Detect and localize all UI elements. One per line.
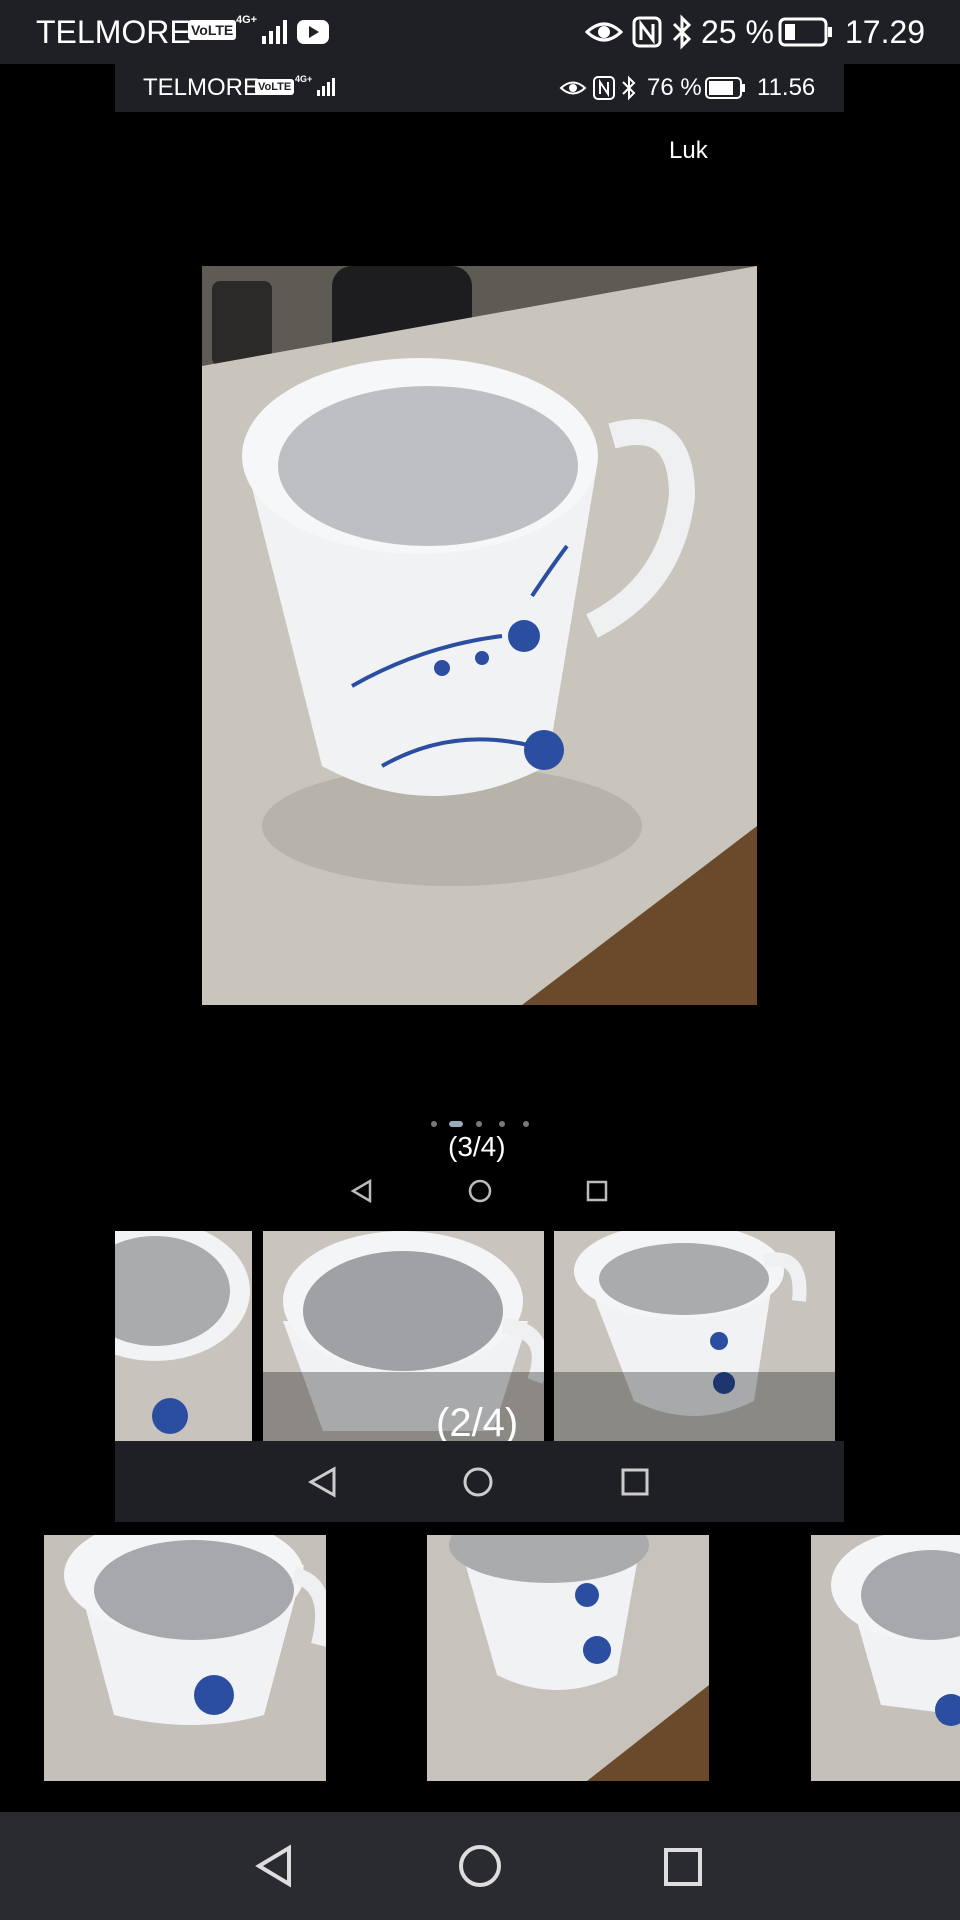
thumbnail[interactable] bbox=[427, 1535, 709, 1781]
thumbnail-image bbox=[115, 1231, 252, 1441]
inner-battery-percent: 76 % bbox=[647, 74, 702, 101]
signal-icon bbox=[262, 20, 287, 44]
thumbnail[interactable] bbox=[115, 1231, 252, 1441]
page-dot bbox=[476, 1121, 482, 1127]
thumbnail[interactable] bbox=[811, 1535, 960, 1781]
eye-comfort-icon bbox=[585, 22, 623, 42]
page-dot bbox=[523, 1121, 529, 1127]
thumbnail-image bbox=[427, 1535, 709, 1781]
youtube-icon bbox=[297, 20, 329, 44]
inner-recents-icon[interactable] bbox=[586, 1180, 608, 1202]
close-button[interactable]: Luk bbox=[669, 136, 708, 166]
page-dot-active bbox=[449, 1121, 463, 1127]
thumbnail-counter: (2/4) bbox=[436, 1401, 519, 1445]
main-photo[interactable] bbox=[202, 266, 757, 1005]
status-bar: TELMORE VoLTE 4G+ 25 % 17.29 bbox=[0, 0, 960, 64]
thumbnail-image bbox=[811, 1535, 960, 1781]
thumbnail-image bbox=[44, 1535, 326, 1781]
inner-nav-back-icon[interactable] bbox=[308, 1466, 338, 1498]
inner-back-icon[interactable] bbox=[350, 1178, 374, 1204]
back-icon[interactable] bbox=[254, 1844, 294, 1888]
battery-percent: 25 % bbox=[701, 14, 774, 50]
image-counter: (3/4) bbox=[448, 1131, 506, 1162]
inner-battery-icon bbox=[705, 77, 745, 99]
inner-nfc-icon bbox=[593, 76, 615, 100]
inner-nav-recents-icon[interactable] bbox=[621, 1468, 649, 1496]
clock: 17.29 bbox=[845, 14, 926, 50]
recents-icon[interactable] bbox=[663, 1847, 703, 1887]
cup-photo-image bbox=[202, 266, 757, 1005]
carrier-name: TELMORE bbox=[36, 14, 191, 50]
inner-eye-comfort-icon bbox=[559, 81, 587, 95]
inner-home-icon[interactable] bbox=[467, 1178, 493, 1204]
battery-icon bbox=[778, 17, 832, 47]
inner-bluetooth-icon bbox=[622, 75, 636, 101]
inner-nav-home-icon[interactable] bbox=[462, 1466, 494, 1498]
inner-volte-badge: VoLTE bbox=[255, 79, 295, 95]
inner-signal-icon bbox=[317, 78, 335, 96]
thumbnail[interactable] bbox=[44, 1535, 326, 1781]
inner-clock: 11.56 bbox=[757, 74, 816, 101]
inner-navigation-bar bbox=[115, 1441, 844, 1522]
inner-carrier-name: TELMORE bbox=[143, 74, 260, 101]
page-dot bbox=[431, 1121, 437, 1127]
home-icon[interactable] bbox=[458, 1844, 502, 1888]
nfc-icon bbox=[632, 16, 662, 48]
navigation-bar bbox=[0, 1812, 960, 1920]
bluetooth-icon bbox=[672, 14, 692, 50]
volte-badge: VoLTE bbox=[188, 20, 237, 40]
inner-status-bar: TELMORE VoLTE 4G+ 76 % 11.56 bbox=[115, 64, 844, 112]
thumbnail-shade bbox=[263, 1372, 835, 1441]
page-dot bbox=[499, 1121, 505, 1127]
